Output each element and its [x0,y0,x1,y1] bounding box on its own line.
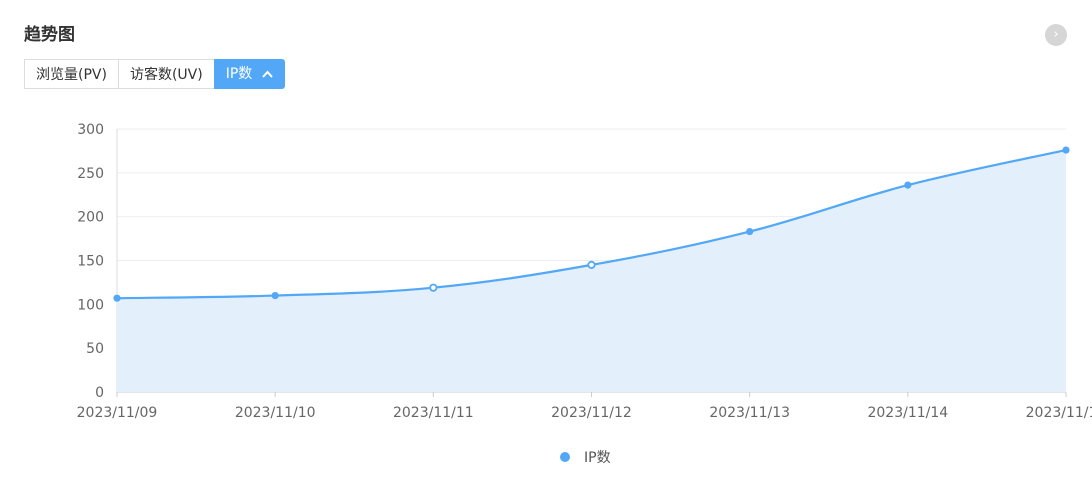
x-tick-label: 2023/11/12 [551,405,632,421]
chart-legend[interactable]: IP数 [560,447,611,467]
y-tick-label: 300 [77,122,104,138]
data-point [746,227,754,236]
y-tick-label: 150 [77,254,104,270]
legend-marker [560,452,570,462]
trend-chart: 0 50 100 150 200 250 300 2023/11/09 2023/11/10 20… [77,122,1092,421]
x-tick-label: 2023/11/09 [77,405,158,421]
data-point [429,283,438,292]
x-tick-label: 2023/11/13 [709,405,790,421]
x-tick-label: 2023/11/11 [393,405,474,421]
data-point [904,181,912,189]
legend-label: IP数 [584,450,611,466]
data-point [587,260,596,269]
x-tick-label: 2023/11/10 [235,405,316,421]
y-tick-label: 0 [95,385,104,401]
data-point [271,291,279,300]
x-tick-label: 2023/11/15 [1026,405,1092,421]
data-point [113,294,121,302]
series-area [117,150,1066,392]
y-tick-label: 200 [77,210,104,226]
y-tick-label: 100 [77,297,104,313]
data-point [1062,146,1070,154]
x-tick-label: 2023/11/14 [867,405,948,421]
y-tick-label: 250 [77,166,104,182]
y-tick-label: 50 [86,341,104,357]
